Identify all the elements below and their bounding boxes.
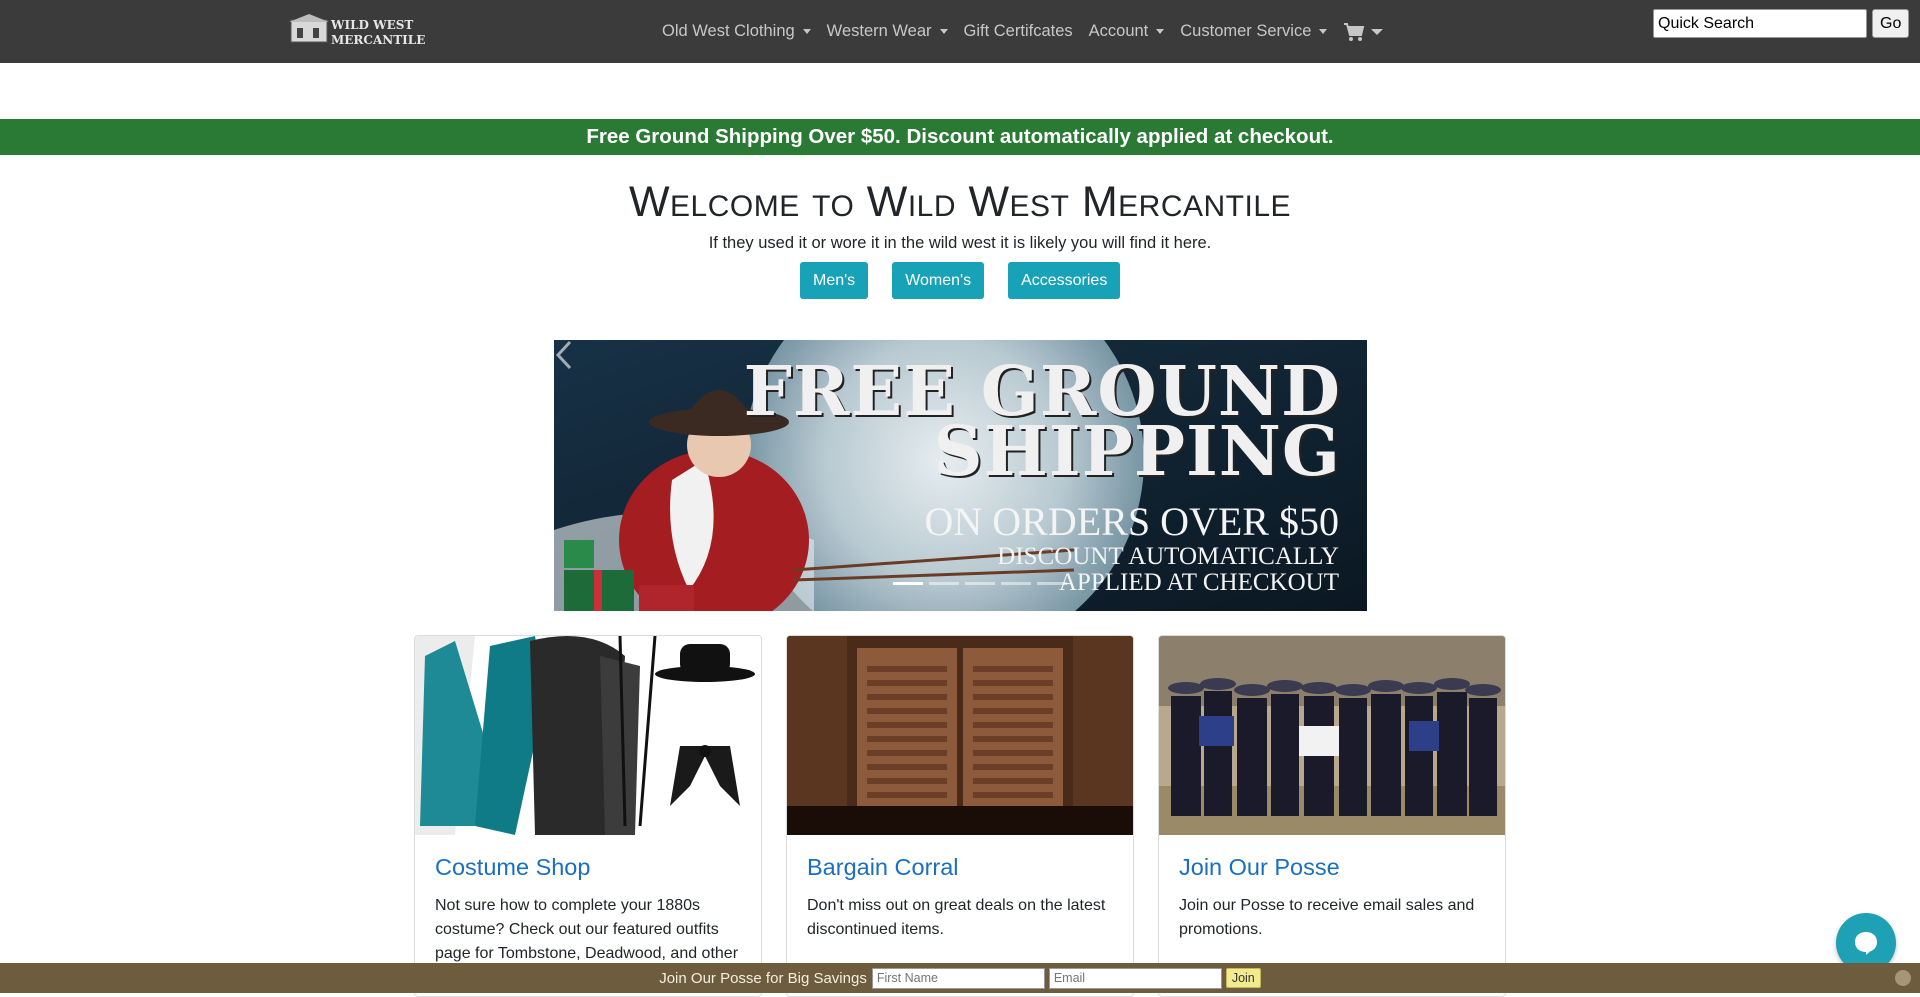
chevron-down-icon [1319, 29, 1328, 34]
svg-text:WILD WEST: WILD WEST [330, 18, 413, 32]
site-logo[interactable]: WILD WEST MERCANTILE [289, 14, 433, 48]
nav-label: Western Wear [826, 22, 932, 40]
nav-label: Account [1088, 22, 1149, 40]
banner-line-4: DISCOUNT AUTOMATICALLY [997, 543, 1339, 570]
chat-icon [1855, 932, 1877, 955]
chevron-down-icon [939, 29, 948, 34]
womens-button[interactable]: Women's [892, 262, 985, 299]
shopping-cart-icon [1344, 22, 1365, 41]
carousel-indicators [890, 582, 1070, 585]
chevron-down-icon [1156, 29, 1165, 34]
join-button[interactable]: Join [1225, 968, 1261, 988]
first-name-field[interactable] [871, 967, 1045, 989]
nav-label: Old West Clothing [662, 22, 795, 40]
mens-button[interactable]: Men's [800, 262, 869, 299]
card-text: Don't miss out on great deals on the lat… [807, 897, 1106, 938]
chevron-down-icon [802, 29, 811, 34]
email-field[interactable] [1048, 967, 1222, 989]
bargain-corral-image [787, 636, 1133, 835]
accessories-button[interactable]: Accessories [1008, 262, 1121, 299]
card-bargain-corral[interactable]: Bargain Corral Don't miss out on great d… [786, 635, 1134, 997]
carousel-indicator[interactable] [929, 582, 959, 585]
nav-label: Customer Service [1180, 22, 1312, 40]
collapse-icon[interactable] [1895, 970, 1911, 986]
svg-text:MERCANTILE: MERCANTILE [331, 33, 425, 47]
costume-shop-image [415, 636, 761, 835]
posse-group-image [1159, 636, 1505, 835]
search-input[interactable] [1653, 9, 1867, 38]
main-nav: Old West Clothing Western Wear Gift Cert… [654, 0, 1384, 63]
cart-menu[interactable] [1335, 22, 1384, 42]
promo-text: Free Ground Shipping Over $50. Discount … [586, 125, 1334, 148]
nav-gift-certificates[interactable]: Gift Certifcates [956, 22, 1081, 41]
carousel-indicator[interactable] [1037, 582, 1067, 585]
nav-account[interactable]: Account [1081, 22, 1173, 41]
carousel-prev-icon[interactable] [554, 340, 574, 370]
category-buttons: Men's Women's Accessories [800, 262, 1144, 299]
top-navbar: WILD WEST MERCANTILE Old West Clothing W… [0, 0, 1920, 63]
newsletter-signup-bar: Join Our Posse for Big Savings Join [0, 963, 1920, 993]
card-text: Not sure how to complete your 1880s cost… [435, 897, 739, 962]
banner-line-3: ON ORDERS OVER $50 [924, 499, 1339, 544]
free-shipping-banner: Free Ground Shipping Over $50. Discount … [0, 119, 1920, 155]
nav-customer-service[interactable]: Customer Service [1172, 22, 1335, 41]
nav-label: Gift Certifcates [963, 22, 1073, 40]
page-title: Welcome to Wild West Mercantile [628, 178, 1292, 226]
carousel-indicator[interactable] [965, 582, 995, 585]
card-costume-shop[interactable]: Costume Shop Not sure how to complete yo… [414, 635, 762, 997]
nav-old-west-clothing[interactable]: Old West Clothing [654, 22, 819, 41]
carousel-indicator[interactable] [893, 582, 923, 585]
page-subtitle: If they used it or wore it in the wild w… [708, 234, 1212, 252]
nav-western-wear[interactable]: Western Wear [819, 22, 956, 41]
card-text: Join our Posse to receive email sales an… [1179, 897, 1475, 938]
card-title[interactable]: Bargain Corral [807, 854, 959, 881]
card-title[interactable]: Costume Shop [435, 854, 590, 881]
card-title[interactable]: Join Our Posse [1179, 854, 1340, 881]
banner-subtext: DISCOUNT AUTOMATICALLY APPLIED AT CHECKO… [997, 544, 1339, 596]
quick-search-form: Go [1653, 9, 1910, 38]
promo-carousel[interactable]: FREE GROUND SHIPPING ON ORDERS OVER $50 … [554, 340, 1367, 611]
banner-headline: FREE GROUND SHIPPING [744, 358, 1341, 486]
card-join-our-posse[interactable]: Join Our Posse Join our Posse to receive… [1158, 635, 1506, 997]
carousel-indicator[interactable] [1001, 582, 1031, 585]
search-go-button[interactable]: Go [1872, 9, 1910, 38]
chevron-down-icon [1371, 28, 1384, 35]
signup-label: Join Our Posse for Big Savings [659, 969, 867, 987]
